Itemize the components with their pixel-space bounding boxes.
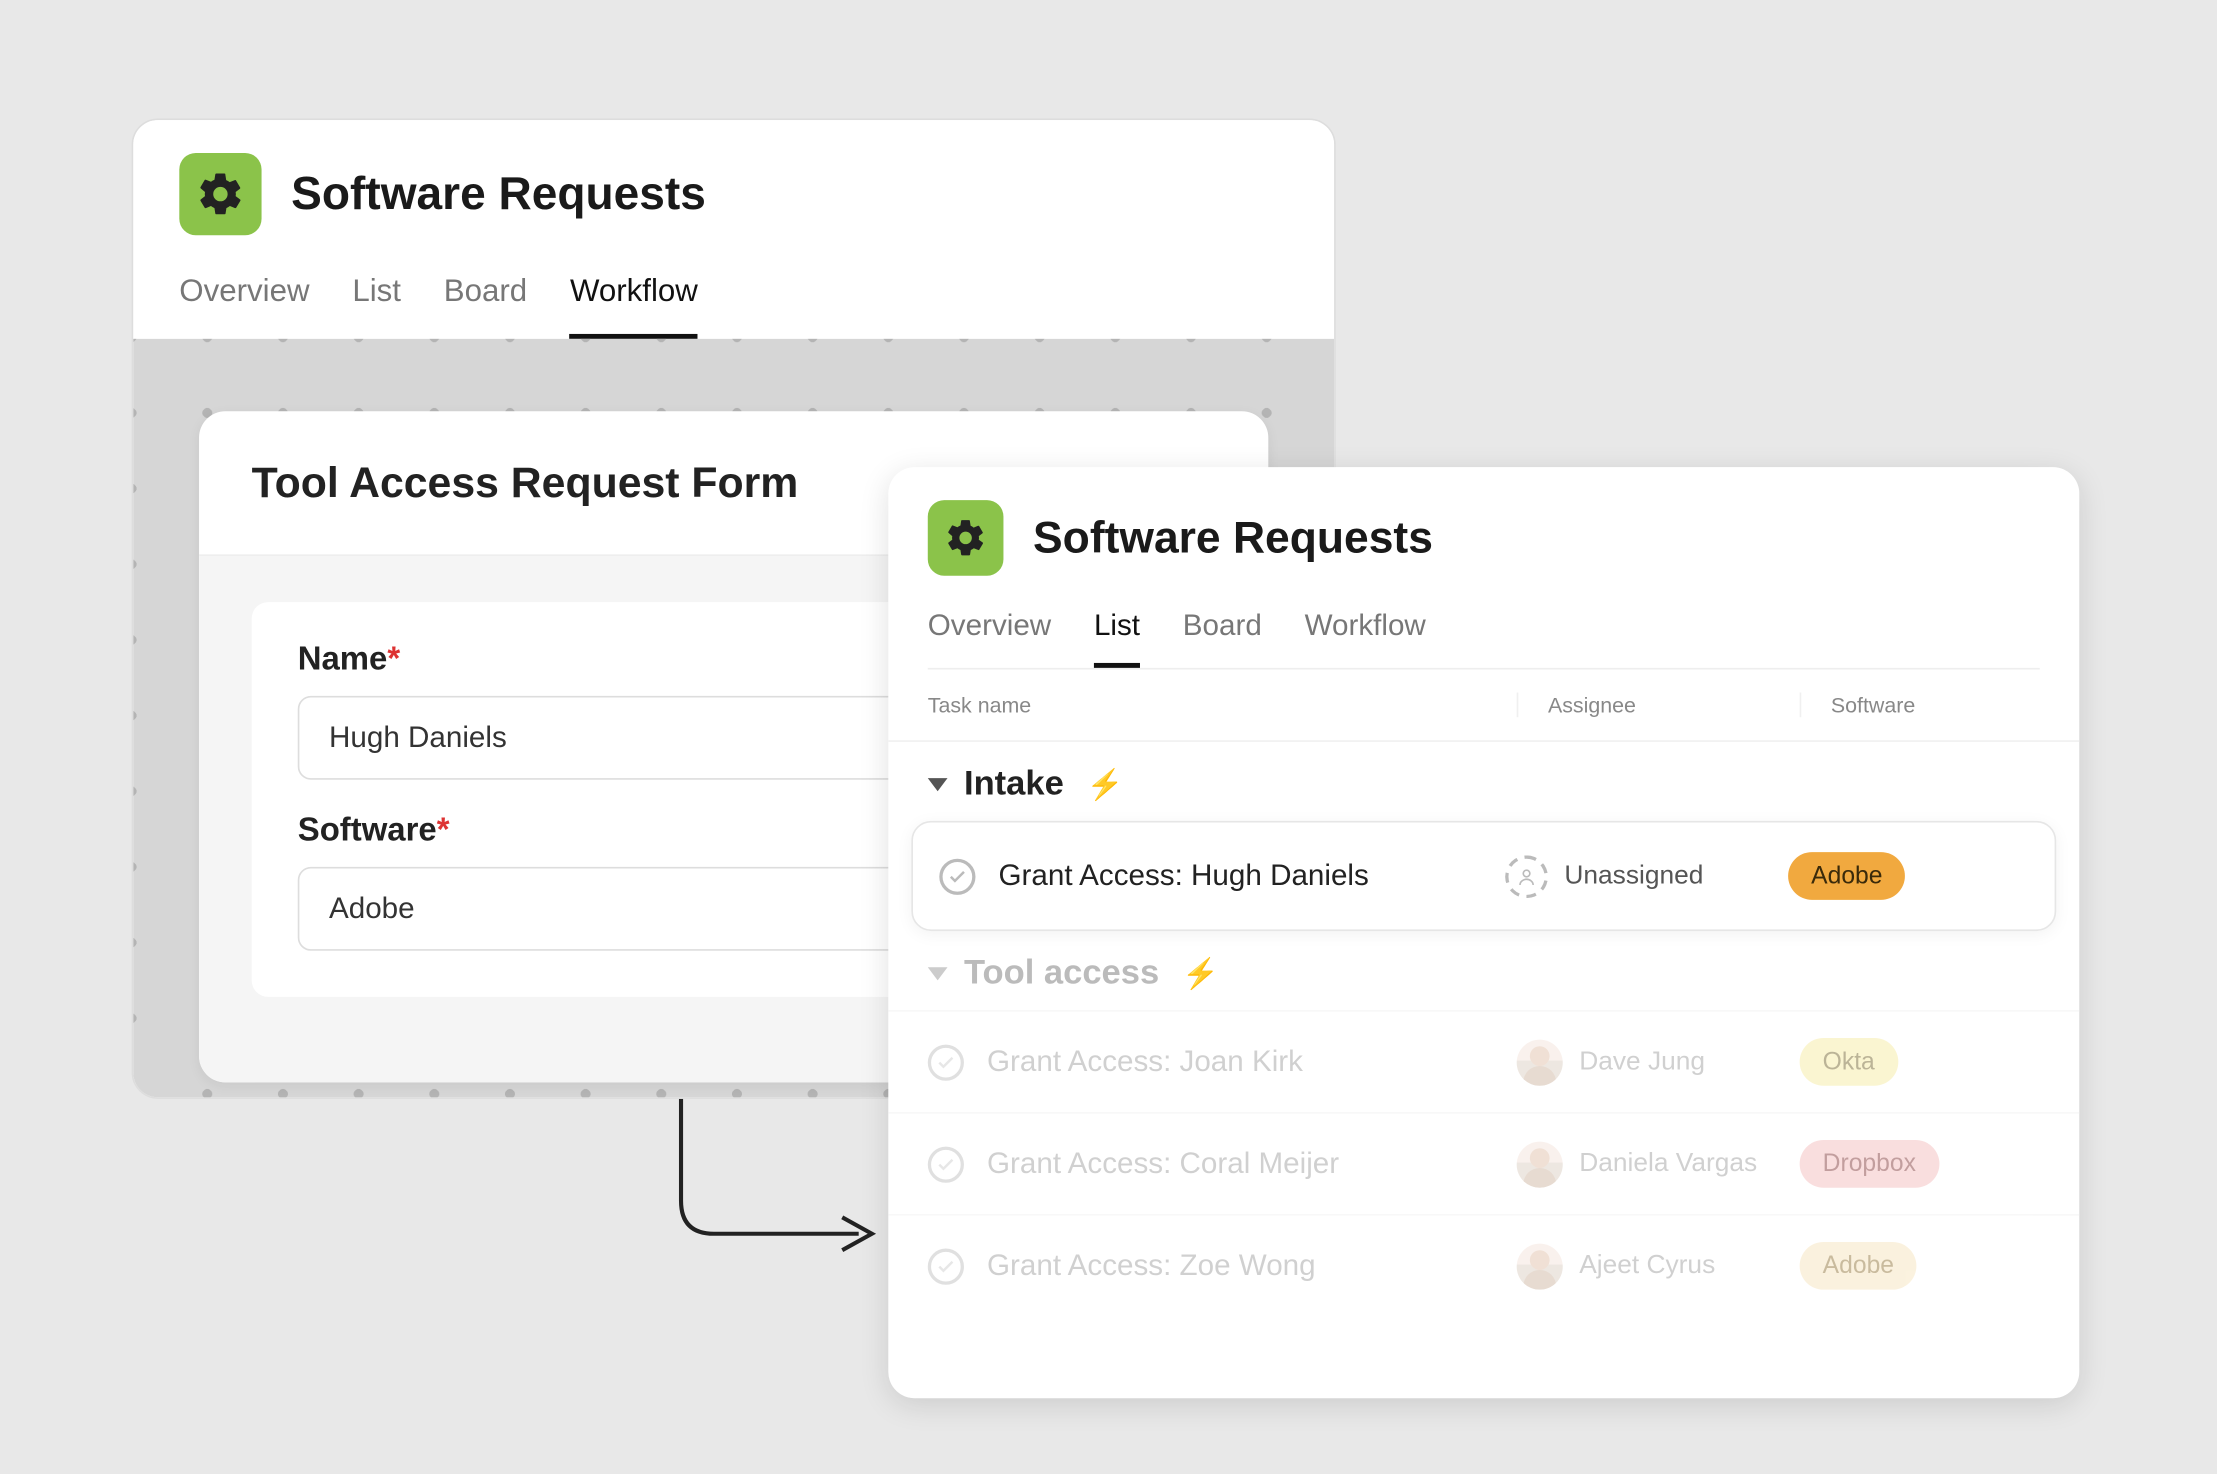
column-header-software[interactable]: Software bbox=[1800, 693, 2040, 718]
complete-checkbox[interactable] bbox=[928, 1044, 964, 1080]
caret-down-icon bbox=[928, 967, 948, 980]
section-header-tool-access[interactable]: Tool access ⚡ bbox=[888, 931, 2079, 1010]
gear-icon bbox=[944, 517, 987, 560]
task-row[interactable]: Grant Access: Joan Kirk Dave Jung Okta bbox=[888, 1010, 2079, 1112]
task-name: Grant Access: Joan Kirk bbox=[987, 1045, 1303, 1080]
task-row-highlight[interactable]: Grant Access: Hugh Daniels Unassigned Ad… bbox=[911, 821, 2056, 931]
tabs-front: Overview List Board Workflow bbox=[928, 609, 2040, 670]
section-header-intake[interactable]: Intake ⚡ bbox=[888, 742, 2079, 821]
complete-checkbox[interactable] bbox=[928, 1248, 964, 1284]
software-pill[interactable]: Adobe bbox=[1788, 852, 1905, 900]
task-row[interactable]: Grant Access: Zoe Wong Ajeet Cyrus Adobe bbox=[888, 1214, 2079, 1316]
task-name: Grant Access: Coral Meijer bbox=[987, 1147, 1339, 1182]
tab-list[interactable]: List bbox=[352, 275, 401, 339]
complete-checkbox[interactable] bbox=[939, 858, 975, 894]
tab-board[interactable]: Board bbox=[1183, 609, 1262, 668]
column-header-task[interactable]: Task name bbox=[928, 693, 1517, 718]
complete-checkbox[interactable] bbox=[928, 1146, 964, 1182]
tab-board[interactable]: Board bbox=[444, 275, 527, 339]
project-title: Software Requests bbox=[1033, 512, 1433, 563]
bolt-icon: ⚡ bbox=[1182, 957, 1219, 992]
tab-list[interactable]: List bbox=[1094, 609, 1140, 668]
project-icon bbox=[928, 500, 1004, 576]
software-pill[interactable]: Okta bbox=[1800, 1038, 1898, 1086]
task-name: Grant Access: Hugh Daniels bbox=[999, 859, 1369, 894]
tab-workflow[interactable]: Workflow bbox=[1305, 609, 1426, 668]
tab-overview[interactable]: Overview bbox=[928, 609, 1051, 668]
gear-icon bbox=[196, 169, 245, 218]
tab-overview[interactable]: Overview bbox=[179, 275, 309, 339]
task-row[interactable]: Grant Access: Coral Meijer Daniela Vargas… bbox=[888, 1112, 2079, 1214]
required-indicator: * bbox=[387, 642, 400, 678]
required-indicator: * bbox=[437, 813, 450, 849]
check-icon bbox=[936, 1154, 956, 1174]
avatar[interactable] bbox=[1517, 1243, 1563, 1289]
check-icon bbox=[948, 866, 968, 886]
assignee-name: Ajeet Cyrus bbox=[1579, 1251, 1715, 1281]
assignee-name: Unassigned bbox=[1564, 861, 1703, 891]
list-panel: Software Requests Overview List Board Wo… bbox=[888, 467, 2079, 1398]
caret-down-icon bbox=[928, 778, 948, 791]
assignee-name: Daniela Vargas bbox=[1579, 1149, 1757, 1179]
connector-arrow-icon bbox=[665, 1099, 895, 1280]
check-icon bbox=[936, 1256, 956, 1276]
unassigned-icon[interactable] bbox=[1505, 855, 1548, 898]
software-pill[interactable]: Dropbox bbox=[1800, 1140, 1939, 1188]
check-icon bbox=[936, 1052, 956, 1072]
table-header: Task name Assignee Software bbox=[888, 670, 2079, 742]
task-name: Grant Access: Zoe Wong bbox=[987, 1249, 1316, 1284]
avatar[interactable] bbox=[1517, 1039, 1563, 1085]
bolt-icon: ⚡ bbox=[1087, 767, 1124, 802]
tab-workflow[interactable]: Workflow bbox=[570, 275, 698, 339]
assignee-name: Dave Jung bbox=[1579, 1047, 1705, 1077]
column-header-assignee[interactable]: Assignee bbox=[1517, 693, 1800, 718]
software-pill[interactable]: Adobe bbox=[1800, 1242, 1917, 1290]
project-title: Software Requests bbox=[291, 168, 706, 221]
project-icon bbox=[179, 153, 261, 235]
person-icon bbox=[1517, 866, 1537, 886]
tabs-back: Overview List Board Workflow bbox=[179, 275, 1288, 339]
avatar[interactable] bbox=[1517, 1141, 1563, 1187]
